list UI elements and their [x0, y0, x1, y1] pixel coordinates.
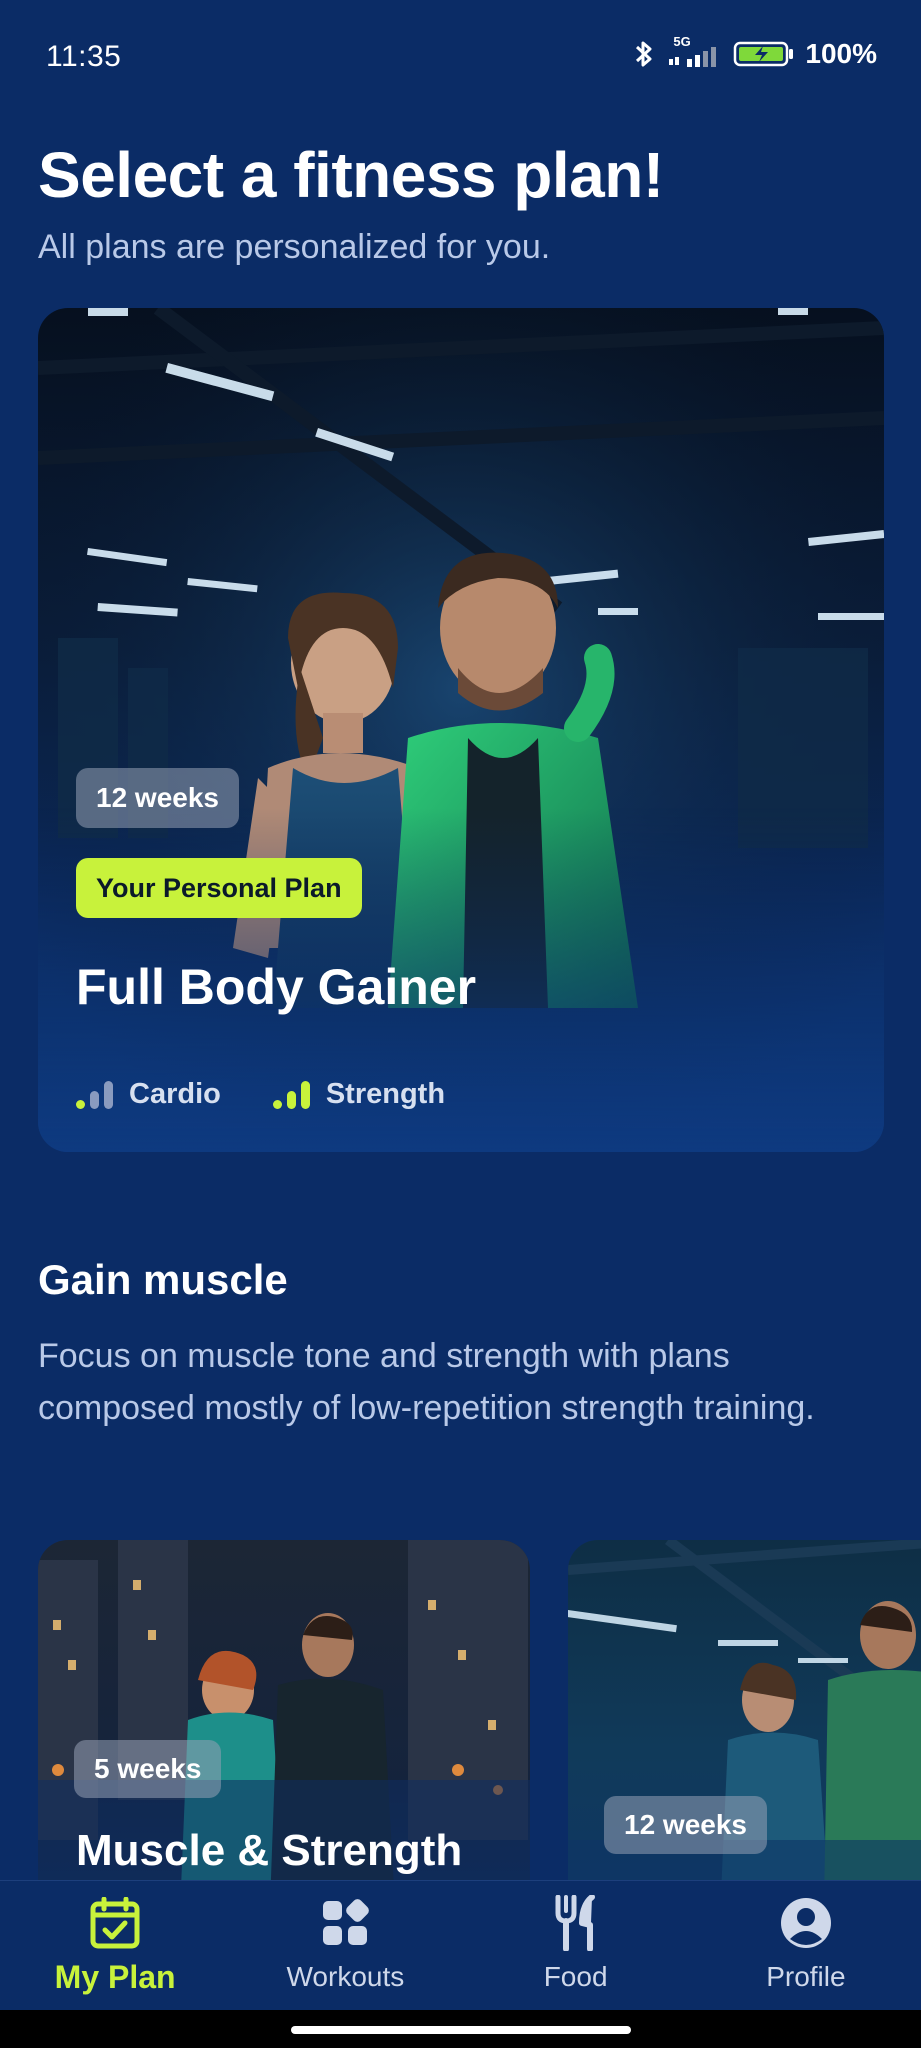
page-subtitle: All plans are personalized for you. [38, 228, 551, 266]
stat-cardio: Cardio [76, 1078, 221, 1111]
plan-duration-badge: 12 weeks [604, 1796, 767, 1854]
app-screen: 11:35 5G 100% Select a fitness plan! All… [0, 0, 921, 2048]
nav-my-plan[interactable]: My Plan [0, 1881, 230, 2010]
plan-title: Muscle & Strength [76, 1826, 463, 1875]
calendar-check-icon [87, 1895, 143, 1951]
nav-label: Profile [766, 1961, 846, 1992]
user-circle-icon [778, 1895, 834, 1951]
status-time: 11:35 [46, 40, 122, 73]
page-title: Select a fitness plan! [38, 139, 664, 211]
section-description: Focus on muscle tone and strength with p… [38, 1337, 815, 1427]
status-bar: 11:35 5G 100% [0, 0, 921, 110]
signal-icon [669, 47, 717, 67]
battery-icon [734, 41, 794, 67]
nav-profile[interactable]: Profile [691, 1881, 921, 2010]
stat-strength: Strength [272, 1078, 446, 1111]
home-indicator[interactable] [291, 2026, 631, 2034]
battery-percent: 100% [805, 38, 877, 69]
strength-level-icon [272, 1080, 310, 1109]
bluetooth-icon [636, 41, 652, 67]
plan-duration-badge: 5 weeks [74, 1740, 222, 1798]
featured-plan-card[interactable]: 12 weeks Your Personal Plan Full Body Ga… [38, 308, 884, 1152]
plan-duration-badge: 12 weeks [76, 768, 239, 828]
nav-workouts[interactable]: Workouts [230, 1881, 460, 2010]
stat-strength-label: Strength [325, 1078, 446, 1110]
utensils-icon [548, 1895, 604, 1951]
featured-plan-title: Full Body Gainer [76, 959, 477, 1015]
signal-indicator: 5G [667, 35, 723, 69]
bottom-nav: My Plan Workouts Food Profile [0, 1880, 921, 2010]
hero-image [38, 308, 884, 1152]
nav-label: Food [543, 1961, 608, 1992]
plan-intensity-stats: Cardio Strength [76, 1078, 445, 1111]
section-title: Gain muscle [38, 1256, 288, 1303]
stat-cardio-label: Cardio [129, 1078, 221, 1110]
personal-plan-tag: Your Personal Plan [76, 858, 362, 918]
grid-icon [317, 1895, 373, 1951]
nav-label: Workouts [286, 1961, 405, 1992]
nav-food[interactable]: Food [461, 1881, 691, 2010]
cardio-level-icon [76, 1080, 113, 1109]
nav-label: My Plan [54, 1959, 176, 1995]
status-icons: 5G 100% [631, 35, 877, 70]
